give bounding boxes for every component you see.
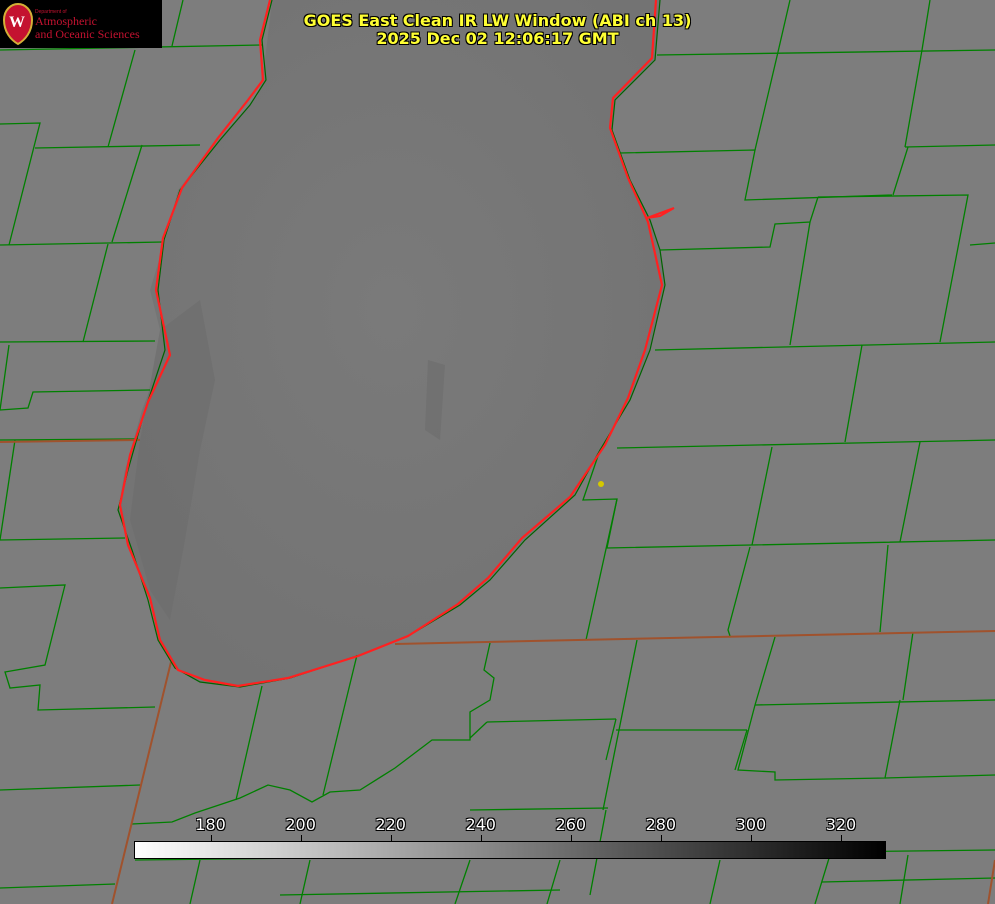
colorbar-tick-label: 300 (735, 815, 767, 834)
colorbar-tick-mark (570, 835, 572, 841)
colorbar-tick-label: 260 (555, 815, 587, 834)
colorbar-tick-label: 320 (825, 815, 857, 834)
colorbar-tick-label: 200 (285, 815, 316, 834)
colorbar-tick-mark (750, 835, 752, 841)
colorbar-tick-label: 220 (375, 815, 406, 834)
colorbar-tick-mark (300, 835, 302, 841)
colorbar-tick-mark (840, 835, 842, 841)
colorbar (134, 841, 886, 859)
image-timestamp: 2025 Dec 02 12:06:17 GMT (376, 29, 619, 48)
colorbar-tick-label: 280 (645, 815, 677, 834)
colorbar-tick-mark (210, 835, 212, 841)
station-marker-icon (598, 481, 604, 487)
image-title: GOES East Clean IR LW Window (ABI ch 13) (303, 11, 692, 30)
colorbar-tick-label: 240 (465, 815, 496, 834)
colorbar-tick-mark (660, 835, 662, 841)
colorbar-tick-label: 180 (195, 815, 226, 834)
colorbar-tick-mark (390, 835, 392, 841)
colorbar-tick-mark (480, 835, 482, 841)
satellite-map (0, 0, 995, 904)
